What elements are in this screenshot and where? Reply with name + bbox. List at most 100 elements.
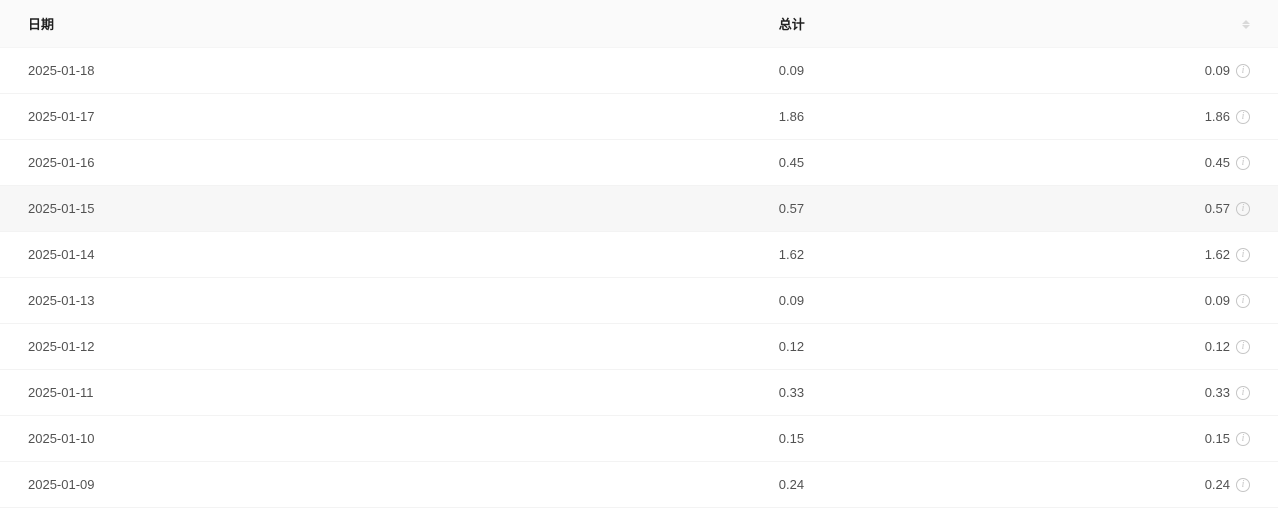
table-row[interactable]: 2025-01-15 0.57 0.57 <box>0 186 1278 232</box>
info-icon[interactable] <box>1236 248 1250 262</box>
column-header-total[interactable]: 总计 <box>767 0 1087 48</box>
table-row[interactable]: 2025-01-16 0.45 0.45 <box>0 140 1278 186</box>
amount-value: 0.15 <box>1205 431 1230 446</box>
date-value: 2025-01-10 <box>28 431 95 446</box>
date-value: 2025-01-11 <box>28 385 94 400</box>
value-with-icon: 0.09 <box>1205 293 1250 308</box>
header-total-label: 总计 <box>779 17 805 32</box>
column-header-value[interactable] <box>1086 0 1278 48</box>
table-row[interactable]: 2025-01-12 0.12 0.12 <box>0 324 1278 370</box>
sort-asc-icon <box>1242 20 1250 24</box>
table-row[interactable]: 2025-01-09 0.24 0.24 <box>0 462 1278 508</box>
date-value: 2025-01-09 <box>28 477 95 492</box>
cell-value: 1.86 <box>1086 94 1278 140</box>
amount-value: 0.24 <box>1205 477 1230 492</box>
cell-value: 0.09 <box>1086 48 1278 94</box>
cell-total: 0.45 <box>767 140 1087 186</box>
cell-total: 0.09 <box>767 278 1087 324</box>
cell-value: 0.09 <box>1086 278 1278 324</box>
cell-value: 0.57 <box>1086 186 1278 232</box>
cell-total: 0.09 <box>767 48 1087 94</box>
value-with-icon: 1.62 <box>1205 247 1250 262</box>
sort-icon[interactable] <box>1242 20 1250 29</box>
cell-date: 2025-01-16 <box>0 140 767 186</box>
info-icon[interactable] <box>1236 386 1250 400</box>
cell-date: 2025-01-15 <box>0 186 767 232</box>
cell-date: 2025-01-14 <box>0 232 767 278</box>
cell-date: 2025-01-10 <box>0 416 767 462</box>
amount-value: 0.09 <box>1205 293 1230 308</box>
table-row[interactable]: 2025-01-10 0.15 0.15 <box>0 416 1278 462</box>
value-with-icon: 0.15 <box>1205 431 1250 446</box>
cell-value: 0.15 <box>1086 416 1278 462</box>
cell-total: 0.57 <box>767 186 1087 232</box>
cell-total: 0.33 <box>767 370 1087 416</box>
total-value: 1.62 <box>779 247 804 262</box>
date-value: 2025-01-13 <box>28 293 95 308</box>
table-body: 2025-01-180.090.092025-01-171.861.862025… <box>0 48 1278 508</box>
value-with-icon: 1.86 <box>1205 109 1250 124</box>
total-value: 0.33 <box>779 385 804 400</box>
table-header: 日期 总计 <box>0 0 1278 48</box>
cell-date: 2025-01-12 <box>0 324 767 370</box>
date-value: 2025-01-12 <box>28 339 95 354</box>
cell-date: 2025-01-17 <box>0 94 767 140</box>
cell-total: 1.86 <box>767 94 1087 140</box>
amount-value: 0.09 <box>1205 63 1230 78</box>
total-value: 0.12 <box>779 339 804 354</box>
cell-value: 0.12 <box>1086 324 1278 370</box>
cell-total: 0.15 <box>767 416 1087 462</box>
amount-value: 1.86 <box>1205 109 1230 124</box>
sort-desc-icon <box>1242 25 1250 29</box>
amount-value: 1.62 <box>1205 247 1230 262</box>
total-value: 0.24 <box>779 477 804 492</box>
total-value: 0.09 <box>779 63 804 78</box>
cell-total: 0.12 <box>767 324 1087 370</box>
date-value: 2025-01-16 <box>28 155 95 170</box>
info-icon[interactable] <box>1236 478 1250 492</box>
info-icon[interactable] <box>1236 340 1250 354</box>
amount-value: 0.12 <box>1205 339 1230 354</box>
total-value: 0.15 <box>779 431 804 446</box>
total-value: 0.45 <box>779 155 804 170</box>
amount-value: 0.33 <box>1205 385 1230 400</box>
table-row[interactable]: 2025-01-14 1.62 1.62 <box>0 232 1278 278</box>
total-value: 0.57 <box>779 201 804 216</box>
info-icon[interactable] <box>1236 64 1250 78</box>
value-with-icon: 0.33 <box>1205 385 1250 400</box>
date-value: 2025-01-18 <box>28 63 95 78</box>
date-value: 2025-01-15 <box>28 201 95 216</box>
info-icon[interactable] <box>1236 202 1250 216</box>
cell-value: 0.45 <box>1086 140 1278 186</box>
column-header-date[interactable]: 日期 <box>0 0 767 48</box>
table-row[interactable]: 2025-01-11 0.33 0.33 <box>0 370 1278 416</box>
value-with-icon: 0.24 <box>1205 477 1250 492</box>
cell-total: 1.62 <box>767 232 1087 278</box>
date-value: 2025-01-14 <box>28 247 95 262</box>
value-with-icon: 0.45 <box>1205 155 1250 170</box>
cell-date: 2025-01-09 <box>0 462 767 508</box>
cell-date: 2025-01-13 <box>0 278 767 324</box>
total-value: 1.86 <box>779 109 804 124</box>
info-icon[interactable] <box>1236 110 1250 124</box>
cell-value: 0.24 <box>1086 462 1278 508</box>
cell-value: 1.62 <box>1086 232 1278 278</box>
header-date-label: 日期 <box>28 17 54 32</box>
total-value: 0.09 <box>779 293 804 308</box>
amount-value: 0.57 <box>1205 201 1230 216</box>
amount-value: 0.45 <box>1205 155 1230 170</box>
table-row[interactable]: 2025-01-17 1.86 1.86 <box>0 94 1278 140</box>
table-row[interactable]: 2025-01-13 0.09 0.09 <box>0 278 1278 324</box>
value-with-icon: 0.57 <box>1205 201 1250 216</box>
info-icon[interactable] <box>1236 294 1250 308</box>
info-icon[interactable] <box>1236 432 1250 446</box>
table-row[interactable]: 2025-01-18 0.09 0.09 <box>0 48 1278 94</box>
cell-value: 0.33 <box>1086 370 1278 416</box>
value-with-icon: 0.12 <box>1205 339 1250 354</box>
cell-date: 2025-01-11 <box>0 370 767 416</box>
info-icon[interactable] <box>1236 156 1250 170</box>
cell-total: 0.24 <box>767 462 1087 508</box>
cell-date: 2025-01-18 <box>0 48 767 94</box>
date-value: 2025-01-17 <box>28 109 95 124</box>
value-with-icon: 0.09 <box>1205 63 1250 78</box>
